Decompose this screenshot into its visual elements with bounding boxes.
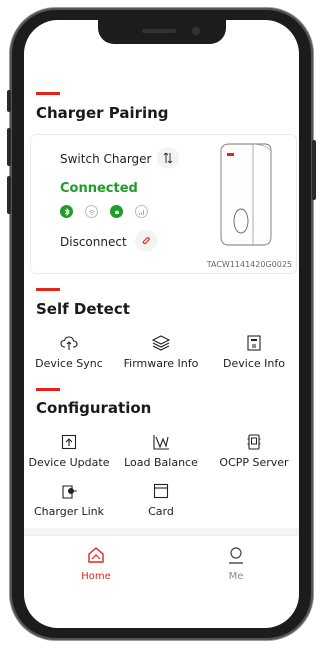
- cloud-sync-icon: [60, 336, 78, 350]
- home-icon: [88, 547, 104, 563]
- ocpp-server-label: OCPP Server: [219, 456, 289, 469]
- layers-icon: [152, 335, 170, 351]
- configuration-title: Configuration: [36, 399, 152, 417]
- server-icon: [247, 434, 261, 450]
- tab-home[interactable]: Home: [56, 546, 136, 582]
- self-detect-title: Self Detect: [36, 300, 130, 318]
- switch-charger-button[interactable]: [157, 147, 179, 169]
- charger-card: Switch Charger Connected Disconnect TACW…: [30, 134, 297, 274]
- tab-me-label: Me: [228, 571, 244, 582]
- firmware-info-button[interactable]: Firmware Info: [116, 334, 206, 370]
- card-label: Card: [148, 505, 174, 518]
- swap-icon: [163, 152, 173, 164]
- card-button[interactable]: Card: [116, 482, 206, 518]
- screen: Charger Pairing Switch Charger Connected: [24, 20, 299, 628]
- power-button: [312, 140, 316, 200]
- card-icon: [153, 483, 169, 499]
- ocpp-server-button[interactable]: OCPP Server: [209, 433, 299, 469]
- wifi-icon: [85, 205, 98, 218]
- disconnect-label: Disconnect: [60, 235, 127, 249]
- load-balance-label: Load Balance: [124, 456, 198, 469]
- switch-charger-label: Switch Charger: [60, 152, 152, 166]
- charger-pairing-title: Charger Pairing: [36, 104, 169, 122]
- firmware-info-label: Firmware Info: [123, 357, 199, 370]
- serial-number: TACW1141420G0025: [206, 260, 292, 269]
- load-balance-button[interactable]: Load Balance: [116, 433, 206, 469]
- signal-icon: [110, 205, 123, 218]
- device-info-icon: [247, 335, 261, 351]
- device-sync-label: Device Sync: [35, 357, 103, 370]
- bluetooth-icon: [60, 205, 73, 218]
- connection-status: Connected: [60, 181, 138, 196]
- device-update-button[interactable]: Device Update: [24, 433, 114, 469]
- mute-switch: [7, 90, 11, 112]
- user-icon: [229, 547, 243, 564]
- device-info-label: Device Info: [223, 357, 285, 370]
- section-accent: [36, 92, 60, 95]
- device-info-button[interactable]: Device Info: [209, 334, 299, 370]
- section-divider: [24, 528, 299, 535]
- upload-icon: [61, 434, 77, 450]
- section-accent: [36, 388, 60, 391]
- tab-home-label: Home: [81, 571, 111, 582]
- section-accent: [36, 288, 60, 291]
- tab-me[interactable]: Me: [196, 546, 276, 582]
- device-sync-button[interactable]: Device Sync: [24, 334, 114, 370]
- charger-link-button[interactable]: Charger Link: [24, 482, 114, 518]
- disconnect-button[interactable]: [135, 230, 157, 252]
- device-update-label: Device Update: [28, 456, 110, 469]
- cellular-icon: [135, 205, 148, 218]
- volume-up-button: [7, 128, 11, 166]
- volume-down-button: [7, 176, 11, 214]
- charger-link-icon: [62, 485, 77, 499]
- tab-bar: Home Me: [24, 535, 299, 594]
- charger-image: [220, 143, 272, 246]
- load-balance-icon: [153, 435, 169, 450]
- charger-link-label: Charger Link: [33, 505, 105, 518]
- unlink-icon: [142, 237, 151, 245]
